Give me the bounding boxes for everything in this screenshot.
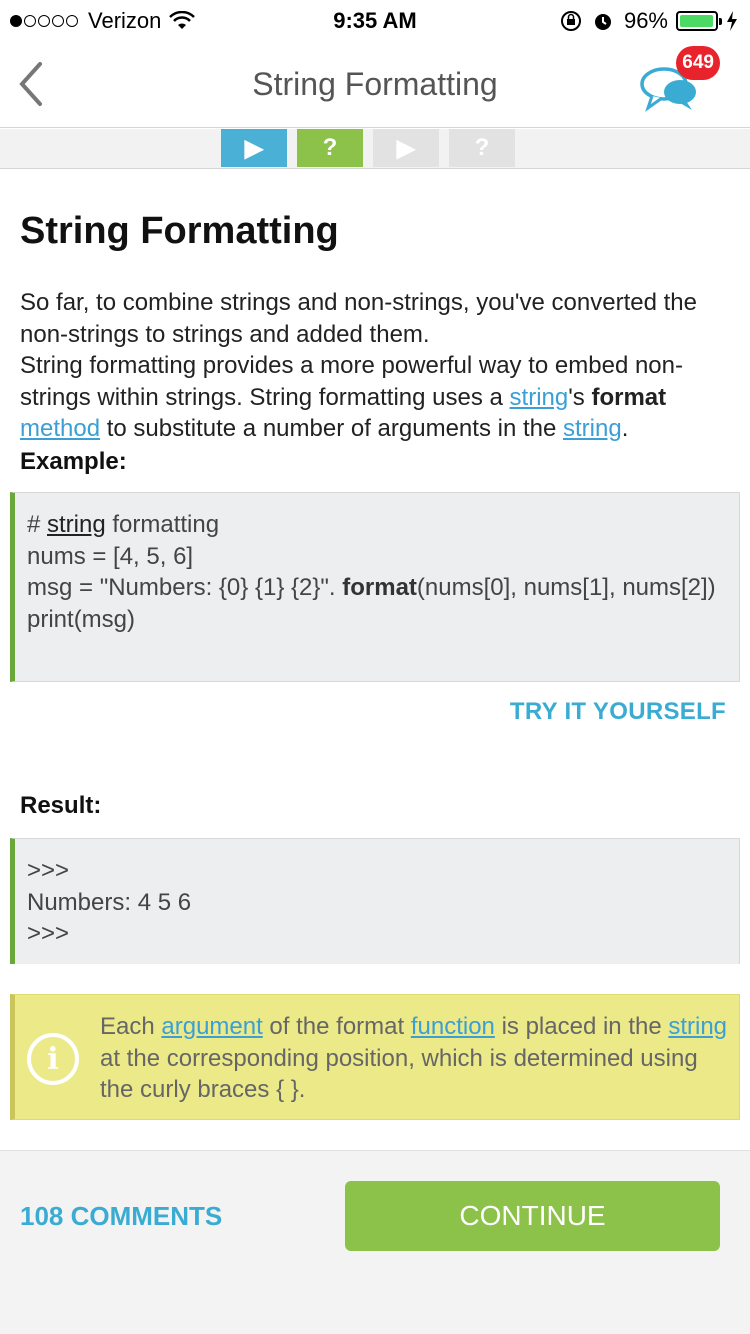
step-lesson-2[interactable]: ▶ [373,129,439,167]
glossary-link-string[interactable]: string [47,511,106,538]
paragraph-2-text: 's [568,383,592,411]
bold-term-format: format [591,383,667,411]
rotation-lock-icon [560,11,581,31]
lesson-body: So far, to combine strings and non-strin… [20,287,730,445]
question-icon: ? [322,134,338,161]
code-line: msg = "Numbers: {0} {1} {2}". format(num… [27,572,727,604]
notification-badge: 649 [676,46,720,80]
continue-button[interactable]: CONTINUE [345,1181,720,1251]
note-text-part: is placed in the [494,1013,669,1040]
glossary-link-string[interactable]: string [510,384,569,411]
code-line: print(msg) [27,605,136,633]
code-comment: # [27,511,48,538]
note-text-part: at the corresponding position, which is … [100,1044,698,1104]
code-example: # string formatting nums = [4, 5, 6] msg… [10,492,740,682]
note-text: Each argument of the format function is … [100,1011,730,1106]
info-glyph: i [47,1041,59,1077]
comments-button[interactable]: 108 COMMENTS [20,1201,222,1232]
status-bar: Verizon 9:35 AM 96% [0,0,750,40]
glossary-link-string[interactable]: string [668,1013,727,1040]
try-it-yourself-button[interactable]: TRY IT YOURSELF [510,698,726,726]
glossary-link-argument[interactable]: argument [161,1013,262,1040]
example-label: Example: [20,448,127,475]
code-text: msg = "Numbers: {0} {1} {2}". [27,574,343,601]
note-text-part: Each [100,1013,162,1040]
glossary-link-string[interactable]: string [563,415,622,442]
code-keyword-format: format [342,574,417,601]
step-lesson-1[interactable]: ▶ [221,129,287,167]
footer-bar: 108 COMMENTS CONTINUE [0,1150,750,1334]
paragraph-2-text: . [621,415,629,442]
paragraph-2-text: to substitute a number of arguments in t… [100,415,563,442]
info-note: i Each argument of the format function i… [10,994,740,1120]
status-right: 96% [560,8,738,34]
step-quiz-1[interactable]: ? [297,129,363,167]
glossary-link-function[interactable]: function [411,1013,495,1040]
result-label: Result: [20,792,102,819]
glossary-link-method[interactable]: method [20,415,100,442]
result-line: Numbers: 4 5 6 [27,888,192,916]
alarm-icon [594,14,611,30]
nav-bar: String Formatting 649 [0,40,750,128]
code-comment: formatting [105,511,220,538]
battery-percent: 96% [623,8,668,33]
info-icon: i [27,1033,79,1085]
charging-icon [727,11,737,31]
result-line: >>> [27,920,70,947]
paragraph-1: So far, to combine strings and non-strin… [20,289,697,348]
result-line: >>> [27,857,70,884]
lesson-title: String Formatting [20,210,339,252]
play-icon: ▶ [396,134,416,162]
code-line: # string formatting [27,509,727,541]
battery-icon [676,11,722,31]
code-line: nums = [4, 5, 6] [27,542,194,570]
code-text: (nums[0], nums[1], nums[2]) [416,574,716,601]
note-text-part: of the format [262,1013,411,1040]
question-icon: ? [474,134,490,161]
step-quiz-2[interactable]: ? [449,129,515,167]
lesson-progress-bar: ▶ ? ▶ ? [0,129,750,169]
play-icon: ▶ [244,134,264,162]
code-result: >>> Numbers: 4 5 6 >>> [10,838,740,964]
